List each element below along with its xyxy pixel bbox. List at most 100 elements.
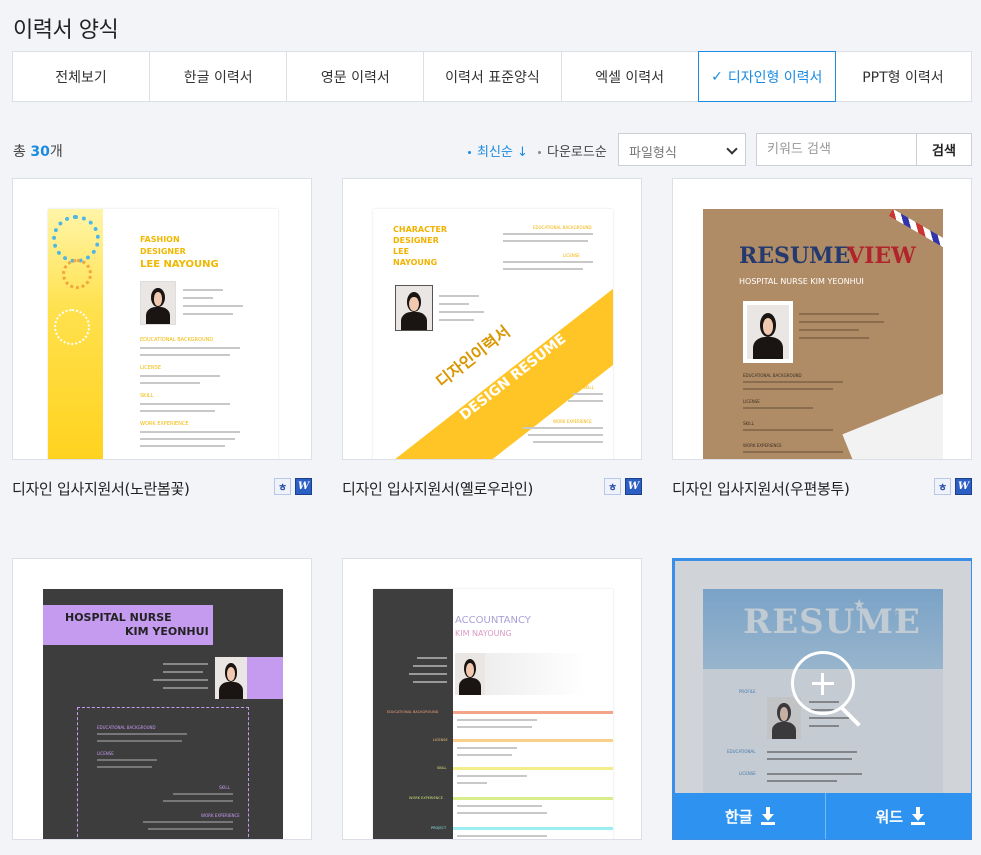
text-line [143,821,233,823]
text-line [140,431,240,433]
zoom-in-icon[interactable] [791,651,855,715]
sort-download-link[interactable]: 다운로드순 [538,141,607,160]
thumb-section: EDUCATIONAL BACKGROUND [533,225,592,230]
thumb-heading: DESIGNER [140,247,186,256]
tab-design[interactable]: ✓ 디자인형 이력서 [697,51,836,102]
search-input[interactable] [756,133,917,166]
text-line [533,441,603,443]
purple-block [247,657,283,699]
page-title: 이력서 양식 [13,18,119,43]
text-line [743,381,843,383]
template-thumbnail[interactable]: CHARACTER DESIGNER LEE NAYOUNG EDUCATION… [342,178,642,460]
template-card: RESUME ★ ☆ PROFILE EDUCATIONAL LICENSE 한… [672,558,972,855]
template-thumbnail[interactable]: FASHION DESIGNER LEE NAYOUNG EDUCATIONAL… [12,178,312,460]
word-file-icon: W [625,478,642,495]
text-line [457,812,547,814]
count-value: 30 [30,144,50,160]
thumb-section: SKILL [140,393,154,399]
word-file-icon: W [295,478,312,495]
text-line [457,835,547,837]
text-line [97,740,182,742]
text-line [439,295,479,297]
tab-label: PPT형 이력서 [862,69,944,86]
thumb-heading: LEE [393,247,410,256]
paper-corner [842,389,943,459]
template-thumbnail[interactable]: HOSPITAL NURSE KIM YEONHUI EDUCATIONAL B… [12,558,312,840]
hwp-file-icon: ㅎ [604,478,621,495]
template-thumbnail[interactable]: ACCOUNTANCY KIM NAYOUNG EDUCATIONAL BACK… [342,558,642,840]
count-suffix: 개 [49,144,63,160]
thumb-section: LICENSE [433,738,448,742]
download-hwp-button[interactable]: 한글 [675,793,826,839]
resume-page: RESUME VIEW HOSPITAL NURSE KIM YEONHUI E… [703,209,943,459]
resume-page: CHARACTER DESIGNER LEE NAYOUNG EDUCATION… [373,209,613,459]
thumb-subtitle: HOSPITAL NURSE KIM YEONHUI [739,277,864,286]
download-word-label: 워드 [875,807,904,826]
template-title[interactable]: 디자인 입사지원서(옐로우라인) ㅎ W [342,478,642,499]
section-bar [453,711,613,714]
resume-page: ACCOUNTANCY KIM NAYOUNG EDUCATIONAL BACK… [373,589,613,839]
thumb-heading: RESUME [739,243,851,269]
result-count: 총 30개 [13,141,63,161]
thumb-section: SKILL [219,785,230,790]
section-bar [453,739,613,742]
category-tabs: 전체보기 한글 이력서 영문 이력서 이력서 표준양식 엑셀 이력서 ✓ 디자인형… [12,51,972,102]
template-card: RESUME VIEW HOSPITAL NURSE KIM YEONHUI E… [672,178,972,499]
text-line [743,388,833,390]
thumb-section: SKILL [437,766,447,770]
thumb-section: EDUCATIONAL BACKGROUND [387,710,439,714]
thumb-section: EDUCATIONAL BACKGROUND [140,337,214,343]
thumb-heading: KIM NAYOUNG [455,629,512,638]
text-line [457,754,512,756]
thumb-heading: FASHION [140,235,180,244]
check-icon: ✓ [711,68,723,85]
thumb-heading: DESIGNER [393,236,439,245]
template-thumbnail[interactable]: RESUME ★ ☆ PROFILE EDUCATIONAL LICENSE 한… [672,558,972,840]
text-line [153,679,208,681]
template-card: CHARACTER DESIGNER LEE NAYOUNG EDUCATION… [342,178,642,499]
thumb-section: WORK EXPERIENCE [409,796,443,800]
text-line [439,311,484,313]
profile-photo [455,653,485,695]
text-line [799,329,859,331]
text-line [173,793,233,795]
format-icons: ㅎ W [274,478,312,495]
tab-standard[interactable]: 이력서 표준양식 [424,52,562,101]
text-line [799,337,869,339]
template-title[interactable]: 디자인 입사지원서(노란봄꽃) ㅎ W [12,478,312,499]
search-button[interactable]: 검색 [916,133,972,166]
resume-page: HOSPITAL NURSE KIM YEONHUI EDUCATIONAL B… [43,589,283,839]
text-line [523,427,603,429]
text-line [97,733,187,735]
tab-ppt[interactable]: PPT형 이력서 [835,52,971,101]
thumb-section: SKILL [743,421,754,426]
text-line [183,289,223,291]
download-word-button[interactable]: 워드 [826,793,972,839]
sort-latest-link[interactable]: 최신순 ↓ [468,141,528,160]
hover-overlay: 한글 워드 [673,559,972,839]
template-title-text: 디자인 입사지원서(우편봉투) [672,480,850,498]
tab-korean[interactable]: 한글 이력서 [150,52,288,101]
profile-photo [395,285,433,331]
text-line [140,438,235,440]
sort-latest-label: 최신순 ↓ [477,145,528,160]
text-line [439,319,474,321]
thumb-section: SKILL [583,385,594,390]
template-thumbnail[interactable]: RESUME VIEW HOSPITAL NURSE KIM YEONHUI E… [672,178,972,460]
text-line [503,233,593,235]
thumb-section: WORK EXPERIENCE [553,419,592,424]
tab-all[interactable]: 전체보기 [13,52,151,101]
tab-excel[interactable]: 엑셀 이력서 [562,52,699,101]
text-line [97,759,157,761]
text-line [183,297,213,299]
text-line [140,445,225,447]
gradient-block [485,653,585,695]
thumb-section: WORK EXPERIENCE [743,443,782,448]
download-bar: 한글 워드 [675,793,972,839]
chevron-down-icon [726,143,738,155]
text-line [413,681,447,683]
file-type-select[interactable]: 파일형식 [618,133,746,166]
tab-english[interactable]: 영문 이력서 [287,52,425,101]
thumb-section: EDUCATIONAL BACKGROUND [97,725,156,730]
template-title[interactable]: 디자인 입사지원서(우편봉투) ㅎ W [672,478,972,499]
